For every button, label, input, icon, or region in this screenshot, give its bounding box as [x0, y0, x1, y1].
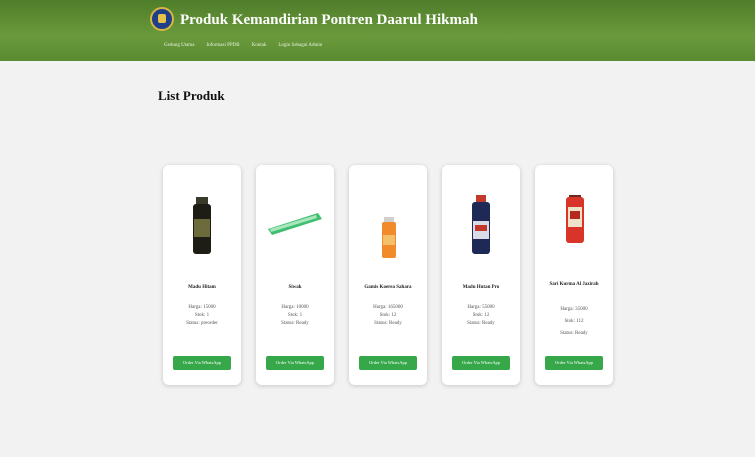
site-header: Produk Kemandirian Pontren Daarul Hikmah… — [0, 0, 755, 61]
order-whatsapp-button[interactable]: Order Via WhatsApp — [173, 356, 231, 370]
product-status: Status: Ready — [467, 321, 495, 326]
product-name: Gamis Koerea Sahara — [364, 285, 412, 290]
product-card: Gamis Koerea Sahara Harga: 165000 Stok: … — [349, 165, 427, 385]
top-nav: Gedung Utama Informasi PPDB Kontak Login… — [164, 43, 322, 48]
product-status: Status: preorder — [186, 321, 218, 326]
nav-gedung-utama[interactable]: Gedung Utama — [164, 43, 194, 48]
order-whatsapp-button[interactable]: Order Via WhatsApp — [545, 356, 603, 370]
product-stock: Stok: 1 — [194, 313, 210, 318]
product-name: Siwak — [288, 285, 302, 290]
product-name: Madu Hitam — [188, 285, 216, 290]
product-name: Sari Kurma Al Jazirah — [549, 282, 599, 287]
logo-icon — [150, 7, 174, 31]
product-price: Harga: 10000 — [281, 305, 309, 310]
product-card: Sari Kurma Al Jazirah Harga: 35000 Stok:… — [535, 165, 613, 385]
product-stock: Stok: 1 — [287, 313, 303, 318]
order-whatsapp-button[interactable]: Order Via WhatsApp — [266, 356, 324, 370]
product-status: Status: Ready — [374, 321, 402, 326]
product-status: Status: Ready — [560, 331, 588, 336]
product-image-siwak — [268, 213, 322, 235]
product-status: Status: Ready — [281, 321, 309, 326]
product-name: Madu Hutan Pro — [462, 285, 500, 290]
product-card: Madu Hutan Pro Harga: 55000 Stok: 12 Sta… — [442, 165, 520, 385]
product-stock: Stok: 12 — [379, 313, 397, 318]
nav-kontak[interactable]: Kontak — [252, 43, 267, 48]
product-price: Harga: 15000 — [188, 305, 216, 310]
product-price: Harga: 165000 — [373, 305, 403, 310]
order-whatsapp-button[interactable]: Order Via WhatsApp — [359, 356, 417, 370]
product-price: Harga: 35000 — [560, 307, 588, 312]
order-whatsapp-button[interactable]: Order Via WhatsApp — [452, 356, 510, 370]
product-image-madu-hitam — [193, 197, 211, 254]
product-image-gamis — [382, 217, 396, 258]
product-price: Harga: 55000 — [467, 305, 495, 310]
nav-informasi-ppdb[interactable]: Informasi PPDB — [206, 43, 239, 48]
product-image-sari-kurma — [566, 195, 584, 243]
product-card: Siwak Harga: 10000 Stok: 1 Status: Ready… — [256, 165, 334, 385]
product-card: Madu Hitam Harga: 15000 Stok: 1 Status: … — [163, 165, 241, 385]
product-image-madu-hutan — [472, 195, 490, 254]
product-stock: Stok: 12 — [472, 313, 490, 318]
product-stock: Stok: 112 — [564, 319, 584, 324]
site-title: Produk Kemandirian Pontren Daarul Hikmah — [180, 12, 478, 28]
page-title: List Produk — [158, 88, 225, 103]
nav-login-admin[interactable]: Login Sebagai Admin — [278, 43, 322, 48]
